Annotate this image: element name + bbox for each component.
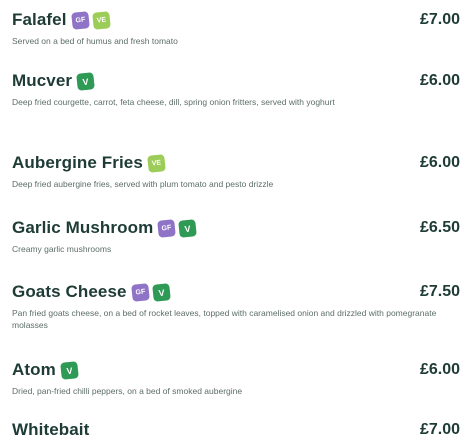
item-description: Served on a bed of humus and fresh tomat…: [12, 36, 178, 46]
item-price: £7.00: [419, 11, 460, 28]
menu-item-falafel: Falafel GF VE £7.00 Served on a bed of h…: [12, 10, 462, 47]
item-name: Goats Cheese: [12, 282, 127, 301]
item-name: Garlic Mushroom: [12, 218, 154, 237]
item-price: £6.00: [419, 361, 460, 378]
vegan-badge: VE: [91, 10, 111, 30]
gluten-free-badge: GF: [70, 10, 90, 30]
gluten-free-badge: GF: [157, 218, 177, 238]
vegetarian-badge: V: [178, 218, 198, 238]
menu-item-whitebait: Whitebait £7.00: [12, 420, 462, 440]
item-name: Mucver: [12, 71, 73, 90]
item-name: Atom: [12, 360, 56, 379]
item-price: £6.00: [419, 154, 460, 171]
menu-item-aubergine-fries: Aubergine Fries VE £6.00 Deep fried aube…: [12, 153, 462, 190]
item-description: Dried, pan-fried chilli peppers, on a be…: [12, 386, 243, 396]
menu-item-garlic-mushroom: Garlic Mushroom GF V £6.50 Creamy garlic…: [12, 218, 462, 255]
item-price: £7.00: [419, 421, 460, 438]
menu-section: Falafel GF VE £7.00 Served on a bed of h…: [0, 0, 466, 439]
vegetarian-badge: V: [151, 282, 171, 302]
item-name: Falafel: [12, 10, 67, 29]
item-description: Creamy garlic mushrooms: [12, 244, 112, 254]
item-description: Pan fried goats cheese, on a bed of rock…: [12, 308, 437, 330]
item-price: £6.50: [419, 219, 460, 236]
item-name: Aubergine Fries: [12, 153, 143, 172]
vegetarian-badge: V: [60, 360, 79, 380]
menu-item-atom: Atom V £6.00 Dried, pan-fried chilli pep…: [12, 360, 462, 397]
vegetarian-badge: V: [76, 71, 95, 91]
item-name: Whitebait: [12, 420, 90, 439]
item-description: Deep fried courgette, carrot, feta chees…: [12, 97, 335, 107]
item-description: Deep fried aubergine fries, served with …: [12, 179, 274, 189]
menu-item-goats-cheese: Goats Cheese GF V £7.50 Pan fried goats …: [12, 282, 462, 331]
item-price: £6.00: [419, 72, 460, 89]
menu-item-mucver: Mucver V £6.00 Deep fried courgette, car…: [12, 71, 462, 108]
vegan-badge: VE: [147, 153, 166, 173]
gluten-free-badge: GF: [130, 282, 150, 302]
item-price: £7.50: [419, 283, 460, 300]
